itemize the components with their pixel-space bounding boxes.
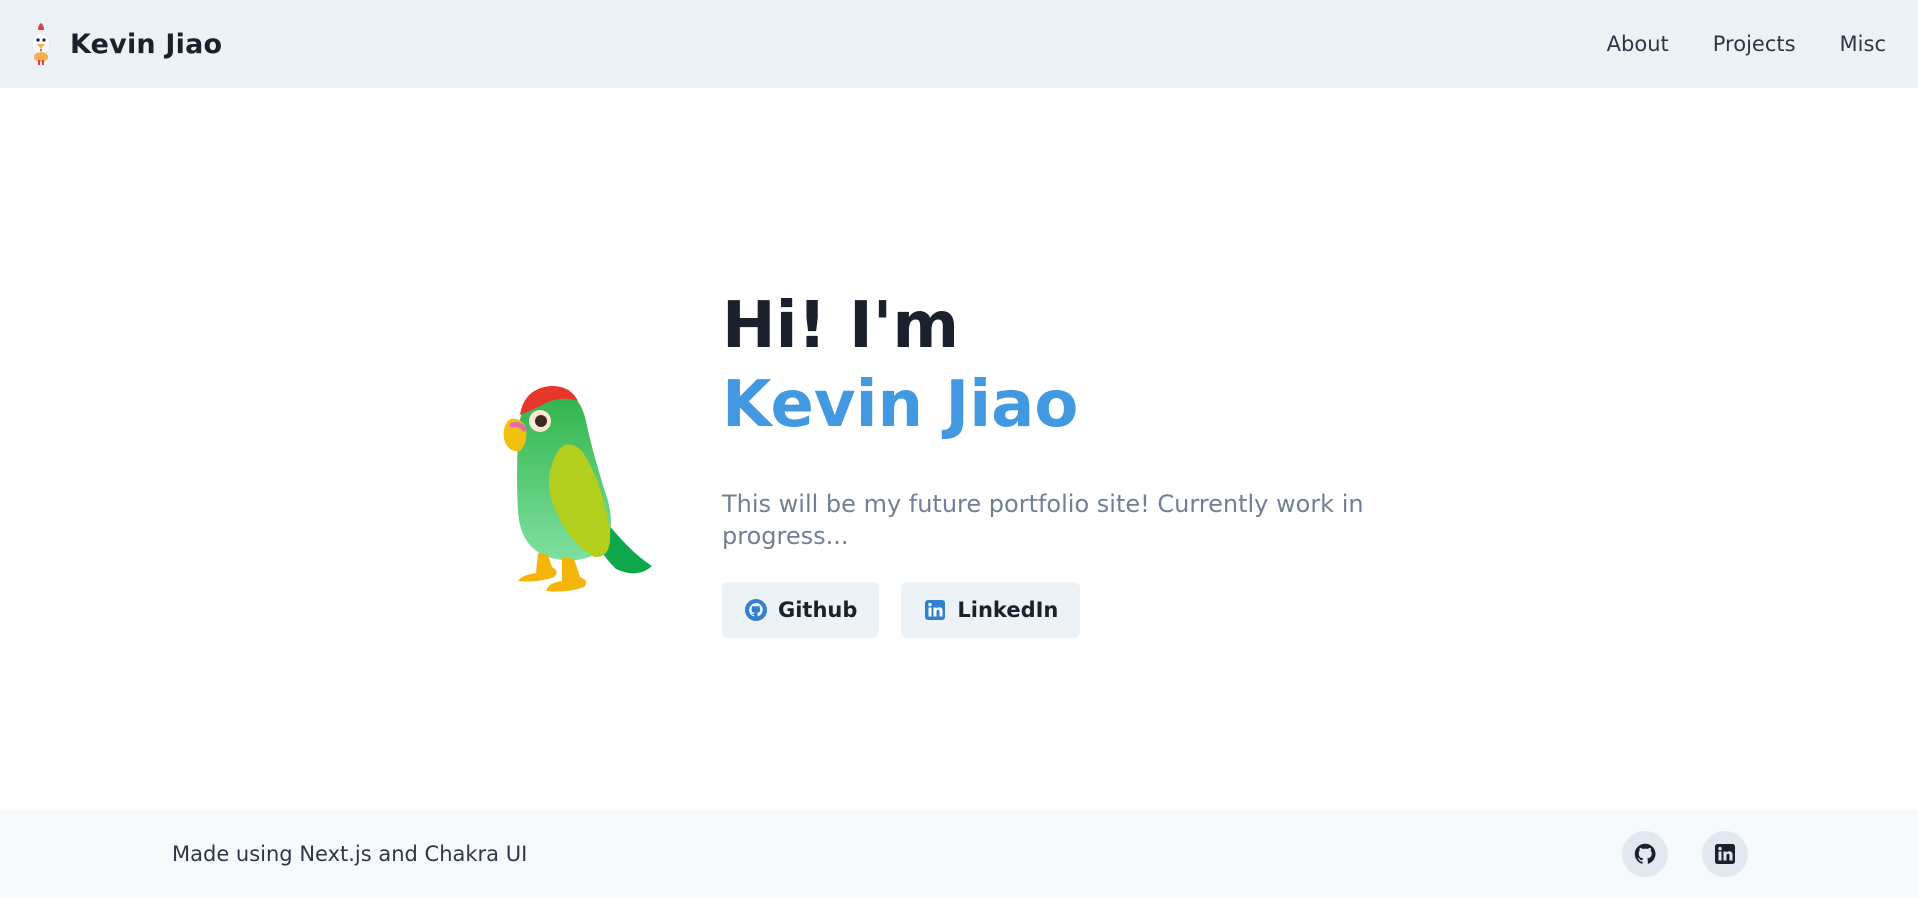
- hero-text: Hi! I'm Kevin Jiao This will be my futur…: [722, 288, 1442, 638]
- github-button[interactable]: Github: [722, 582, 880, 638]
- chicken-icon: [31, 23, 51, 65]
- footer-github-button[interactable]: [1622, 831, 1668, 877]
- nav-about[interactable]: About: [1607, 32, 1669, 56]
- nav-misc[interactable]: Misc: [1840, 32, 1886, 56]
- linkedin-icon: [925, 600, 946, 620]
- greeting-heading: Hi! I'm: [722, 289, 960, 363]
- main-nav: About Projects Misc: [1607, 32, 1886, 56]
- github-button-label: Github: [778, 598, 858, 622]
- tagline: This will be my future portfolio site! C…: [722, 490, 1364, 550]
- footer-linkedin-button[interactable]: [1702, 831, 1748, 877]
- name-heading: Kevin Jiao: [722, 368, 1079, 442]
- brand-name: Kevin Jiao: [70, 28, 223, 60]
- brand-link[interactable]: Kevin Jiao: [26, 22, 222, 66]
- footer: Made using Next.js and Chakra UI: [0, 810, 1918, 898]
- github-icon: [1634, 843, 1656, 864]
- parrot-icon: [503, 385, 652, 592]
- footer-social-links: [1622, 831, 1748, 877]
- social-buttons: Github LinkedIn: [722, 582, 1442, 638]
- footer-credit: Made using Next.js and Chakra UI: [172, 842, 528, 866]
- github-icon: [745, 599, 767, 621]
- nav-projects[interactable]: Projects: [1713, 32, 1796, 56]
- hero-section: Hi! I'm Kevin Jiao This will be my futur…: [0, 88, 1918, 810]
- linkedin-icon: [1715, 844, 1735, 864]
- linkedin-button-label: LinkedIn: [957, 598, 1059, 622]
- top-nav-bar: Kevin Jiao About Projects Misc: [0, 0, 1918, 88]
- linkedin-button[interactable]: LinkedIn: [901, 582, 1081, 638]
